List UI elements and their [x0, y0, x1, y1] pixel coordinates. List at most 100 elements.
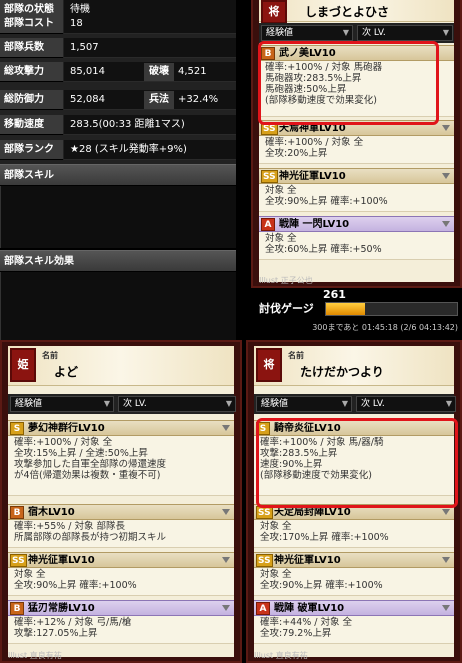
- stat-row-rank: 部隊ランク ★28 (スキル発動率+9%): [0, 140, 236, 161]
- skill-line: 攻撃参加した自軍全部隊の帰還速度: [14, 459, 167, 470]
- skill-line: 全攻:170%上昇 確率:+100%: [260, 532, 389, 543]
- stat-label-destroy: 破壊: [144, 63, 174, 81]
- skill-line: 全攻:90%上昇 確率:+100%: [14, 580, 137, 591]
- chevron-down-icon: ▼: [442, 28, 449, 37]
- skill-line: 確率:+100% / 対象 全: [14, 437, 113, 448]
- stat-label: 部隊コスト: [0, 14, 63, 34]
- skill-name: 戦陣 破軍LV10: [274, 603, 345, 614]
- skill-item[interactable]: S 夢幻神群行LV10 確率:+100% / 対象 全 全攻:15%上昇 / 全速…: [8, 420, 234, 496]
- skill-header: SS 神光征軍LV10: [259, 168, 454, 184]
- general-type-icon: 将: [256, 348, 282, 382]
- rank-badge: SS: [10, 554, 27, 567]
- skill-name: 天定局封陣LV10: [274, 507, 351, 518]
- skill-description: 対象 全 全攻:60%上昇 確率:+50%: [259, 232, 454, 260]
- stat-label: 総攻撃力: [0, 62, 63, 82]
- chevron-down-icon: ▼: [225, 399, 232, 408]
- stat-row-defense: 総防御力 52,084 兵法 +32.4%: [0, 90, 236, 111]
- rank-badge: B: [10, 602, 24, 615]
- gauge-label: 討伐ゲージ: [259, 302, 314, 315]
- stat-row-attack: 総攻撃力 85,014 破壊 4,521: [0, 62, 236, 83]
- stat-row-speed: 移動速度 283.5(00:33 距離1マス): [0, 115, 236, 136]
- skill-header: B 宿木LV10: [8, 504, 234, 520]
- chevron-down-icon: [222, 605, 230, 611]
- exp-label: 経験値: [261, 399, 289, 409]
- general-card-2[interactable]: 姫 名前 よど 経験値 ▼ 次 LV. ▼ S 夢幻神群行LV10 確率:+100% …: [0, 340, 242, 663]
- unit-skill-body: [0, 186, 236, 248]
- skill-line: 確率:+12% / 対象 弓/馬/槍: [14, 617, 132, 628]
- illustrator-credit: Illust 正子公也: [259, 276, 313, 285]
- chevron-down-icon: [442, 125, 450, 131]
- skill-name: 神光征軍LV10: [28, 555, 95, 566]
- general-type-icon: 将: [261, 0, 287, 24]
- unit-skill-effect-body: [0, 272, 236, 340]
- skill-description: 確率:+44% / 対象 全 全攻:79.2%上昇: [254, 616, 454, 644]
- stat-value: ★28 (スキル発動率+9%): [64, 140, 236, 160]
- name-bar: 将 名前 たけだかつより: [254, 346, 454, 386]
- chevron-down-icon: [442, 557, 450, 563]
- skill-line: 全攻:79.2%上昇: [260, 628, 332, 639]
- exp-bar: 経験値 ▼ 次 LV. ▼: [259, 23, 454, 43]
- skill-name: 神光征軍LV10: [279, 171, 346, 182]
- name-label: 名前: [288, 351, 304, 360]
- skill-header: S 夢幻神群行LV10: [8, 420, 234, 436]
- stat-label: 部隊ランク: [0, 140, 63, 160]
- general-type-icon: 姫: [10, 348, 36, 382]
- skill-name: 猛刃常勝LV10: [28, 603, 95, 614]
- skill-item[interactable]: SS 天定局封陣LV10 対象 全 全攻:170%上昇 確率:+100%: [254, 504, 454, 548]
- unit-stats-panel: 部隊の状態 待機 部隊コスト 18 部隊兵数 1,507 総攻撃力 85,014…: [0, 0, 236, 168]
- stat-value: 18: [64, 14, 236, 34]
- skill-line: 全攻:15%上昇 / 全速:50%上昇: [14, 448, 148, 459]
- gauge-fill: [326, 303, 366, 315]
- skill-description: 確率:+55% / 対象 部隊長 所属部隊の部隊長が持つ初期スキル: [8, 520, 234, 548]
- gauge-bar: [325, 302, 458, 316]
- general-name: しまづとよひさ: [305, 5, 390, 19]
- exp-bar: 経験値 ▼ 次 LV. ▼: [8, 394, 236, 414]
- skill-item[interactable]: SS 天焉神軍LV10 確率:+100% / 対象 全 全攻:20%上昇: [259, 120, 454, 164]
- exp-box: 経験値 ▼: [10, 396, 114, 412]
- stat-value-destroy: 4,521: [178, 66, 207, 77]
- chevron-down-icon: [222, 557, 230, 563]
- skill-item[interactable]: A 戦陣 一閃LV10 対象 全 全攻:60%上昇 確率:+50%: [259, 216, 454, 260]
- skill-line: 所属部隊の部隊長が持つ初期スキル: [14, 532, 167, 543]
- skill-item[interactable]: SS 神光征軍LV10 対象 全 全攻:90%上昇 確率:+100%: [259, 168, 454, 212]
- skill-line: 全攻:60%上昇 確率:+50%: [265, 244, 382, 255]
- skill-item[interactable]: B 猛刃常勝LV10 確率:+12% / 対象 弓/馬/槍 攻撃:127.05%上…: [8, 600, 234, 644]
- skill-item[interactable]: A 戦陣 破軍LV10 確率:+44% / 対象 全 全攻:79.2%上昇: [254, 600, 454, 644]
- rank-badge: B: [10, 506, 24, 519]
- skill-item[interactable]: SS 神光征軍LV10 対象 全 全攻:90%上昇 確率:+100%: [8, 552, 234, 596]
- skill-name: 宿木LV10: [28, 507, 75, 518]
- stat-value-tactics: +32.4%: [178, 94, 219, 105]
- gauge-value: 261: [323, 288, 346, 301]
- chevron-down-icon: ▼: [342, 28, 349, 37]
- subjugation-gauge: 討伐ゲージ 261 300まであと 01:45:18 (2/6 04:13:42…: [251, 288, 462, 338]
- chevron-down-icon: [442, 605, 450, 611]
- skill-line: 対象 全: [14, 569, 46, 580]
- next-level-label: 次 LV.: [123, 399, 147, 409]
- rank-badge: SS: [256, 554, 273, 567]
- highlight-box: [258, 41, 439, 125]
- skill-item[interactable]: SS 神光征軍LV10 対象 全 全攻:90%上昇 確率:+100%: [254, 552, 454, 596]
- skill-line: 対象 全: [260, 569, 292, 580]
- chevron-down-icon: [442, 509, 450, 515]
- rank-badge: A: [261, 218, 275, 231]
- skill-description: 対象 全 全攻:170%上昇 確率:+100%: [254, 520, 454, 548]
- skill-line: 対象 全: [260, 521, 292, 532]
- name-label: 名前: [42, 351, 58, 360]
- exp-label: 経験値: [266, 28, 294, 38]
- skill-line: 対象 全: [265, 233, 297, 244]
- skill-line: 対象 全: [265, 185, 297, 196]
- gauge-time: 300まであと 01:45:18 (2/6 04:13:42): [312, 323, 458, 332]
- illustrator-credit: Illust 直良有祐: [8, 651, 62, 660]
- next-level-label: 次 LV.: [361, 399, 385, 409]
- skill-header: SS 神光征軍LV10: [8, 552, 234, 568]
- skill-line: が4倍(帰還効果は複数・重複不可): [14, 470, 161, 481]
- skill-line: 確率:+55% / 対象 部隊長: [14, 521, 126, 532]
- skill-name: 戦陣 一閃LV10: [279, 219, 350, 230]
- exp-box: 経験値 ▼: [261, 25, 353, 41]
- chevron-down-icon: ▼: [341, 399, 348, 408]
- skill-name: 神光征軍LV10: [274, 555, 341, 566]
- skill-description: 対象 全 全攻:90%上昇 確率:+100%: [254, 568, 454, 596]
- skill-line: 全攻:90%上昇 確率:+100%: [260, 580, 383, 591]
- rank-badge: SS: [261, 170, 278, 183]
- skill-item[interactable]: B 宿木LV10 確率:+55% / 対象 部隊長 所属部隊の部隊長が持つ初期スキ…: [8, 504, 234, 548]
